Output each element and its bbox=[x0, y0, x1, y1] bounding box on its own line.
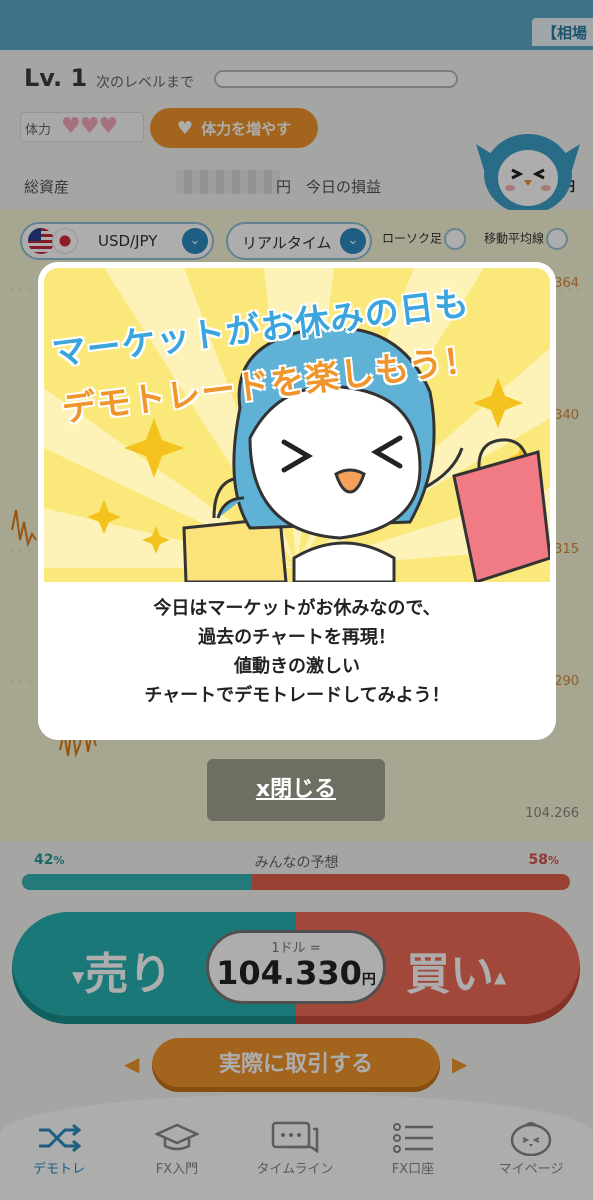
message-line: チャートでデモトレードしてみよう！ bbox=[144, 685, 450, 706]
promo-banner: マーケットがお休みの日も デモトレードを楽しもう！ bbox=[44, 268, 550, 582]
market-closed-dialog: マーケットがお休みの日も デモトレードを楽しもう！ 今日はマーケットがお休みなの… bbox=[38, 262, 556, 740]
message-line: 今日はマーケットがお休みなので、 bbox=[153, 598, 441, 619]
message-line: 値動きの激しい bbox=[234, 656, 360, 677]
message-line: 過去のチャートを再現！ bbox=[198, 627, 396, 648]
close-button[interactable]: x閉じる bbox=[207, 759, 385, 821]
dialog-message: 今日はマーケットがお休みなので、 過去のチャートを再現！ 値動きの激しい チャー… bbox=[38, 594, 556, 710]
